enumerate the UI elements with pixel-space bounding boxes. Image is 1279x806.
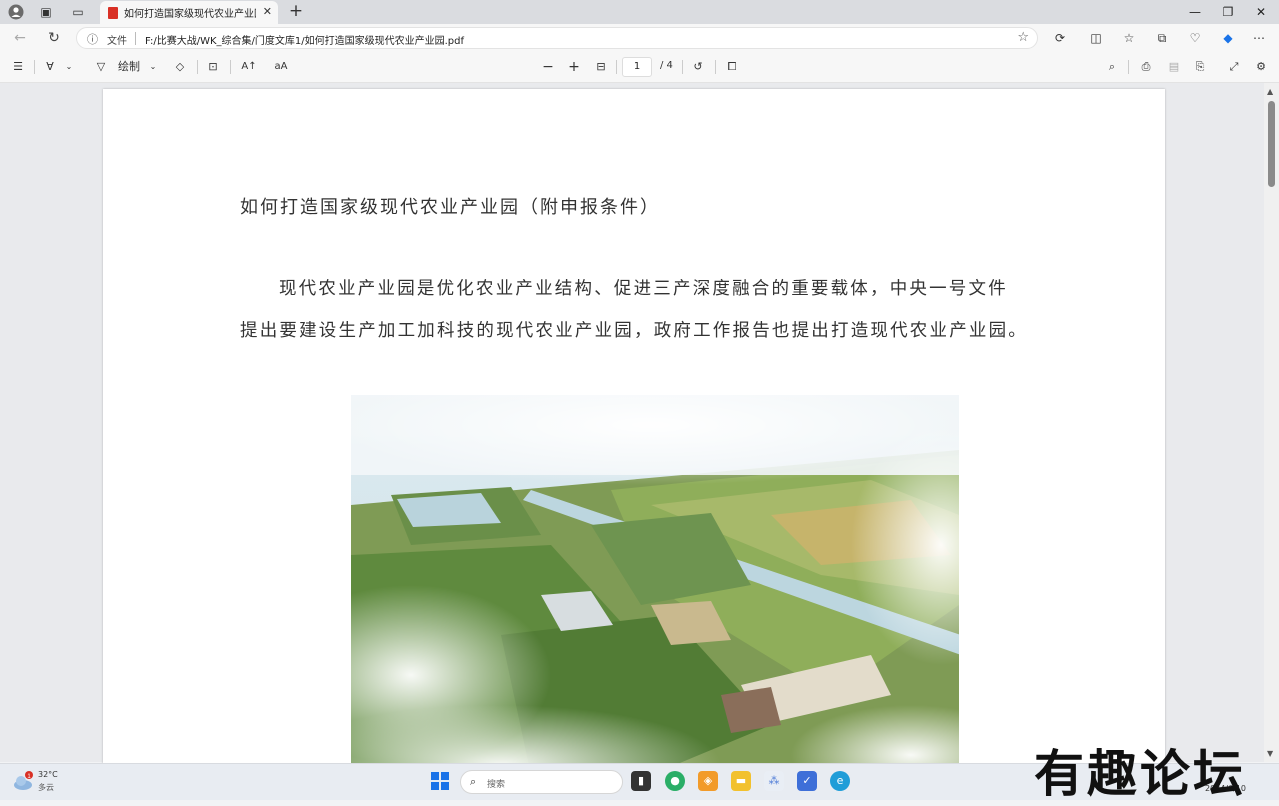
fit-page-icon[interactable]: ⊟ [593, 59, 609, 75]
copilot-icon[interactable]: ◆ [1218, 28, 1238, 48]
close-window-button[interactable]: ✕ [1243, 2, 1279, 22]
tab-active-pdf[interactable]: 如何打造国家级现代农业产业园.pdf ✕ [100, 1, 278, 24]
workspaces-icon[interactable]: ▣ [36, 3, 56, 21]
collections-icon[interactable]: ⧉ [1152, 28, 1172, 48]
draw-label[interactable]: 绘制 [116, 59, 142, 75]
scroll-thumb[interactable] [1268, 101, 1275, 187]
address-divider [135, 32, 136, 45]
extensions-icon[interactable]: ⟳ [1050, 28, 1070, 48]
toolbar-divider [682, 60, 683, 74]
contents-icon[interactable]: ☰ [10, 59, 26, 75]
translate-icon[interactable]: aA [272, 59, 290, 75]
zoom-in-button[interactable]: + [566, 59, 582, 75]
page-number-input[interactable]: 1 [622, 57, 652, 77]
windows-start-icon[interactable] [431, 772, 449, 790]
scroll-down-icon[interactable]: ▼ [1267, 749, 1273, 758]
document-title: 如何打造国家级现代农业产业园（附申报条件） [240, 197, 660, 218]
eraser-icon[interactable]: ◇ [172, 59, 188, 75]
pdf-icon [108, 6, 118, 19]
zoom-out-button[interactable]: − [540, 59, 556, 75]
split-screen-icon[interactable]: ◫ [1086, 28, 1106, 48]
toolbar-divider [34, 60, 35, 74]
tab-actions-icon[interactable]: ▭ [68, 3, 88, 21]
more-menu-icon[interactable]: ⋯ [1249, 28, 1269, 48]
new-tab-button[interactable]: + [286, 1, 306, 21]
address-bar[interactable]: ⓘ 文件 F:/比赛大战/WK_综合集/门度文库1/如何打造国家级现代农业产业园… [76, 27, 1038, 49]
taskbar-search-box[interactable]: ⌕ 搜索 [460, 770, 623, 794]
vertical-scrollbar[interactable]: ▲ ▼ [1264, 83, 1279, 762]
draw-dropdown-icon[interactable]: ⌄ [148, 59, 158, 75]
page-view-icon[interactable]: ⧠ [724, 59, 740, 75]
paragraph-line-2: 提出要建设生产加工加科技的现代农业产业园，政府工作报告也提出打造现代农业产业园。 [240, 321, 1028, 341]
edge-browser-icon[interactable]: e [830, 771, 850, 791]
highlight-icon[interactable]: ∀ [42, 59, 58, 75]
toolbar-divider [616, 60, 617, 74]
navigation-bar: ← ↻ ⓘ 文件 F:/比赛大战/WK_综合集/门度文库1/如何打造国家级现代农… [0, 24, 1279, 52]
settings-gear-icon[interactable]: ⚙ [1253, 59, 1269, 75]
scroll-up-icon[interactable]: ▲ [1267, 87, 1273, 96]
minimize-button[interactable]: — [1177, 2, 1213, 22]
save-as-icon[interactable]: ⎘ [1192, 59, 1208, 75]
page-total: / 4 [660, 60, 673, 71]
app-orange-icon[interactable]: ◈ [698, 771, 718, 791]
toolbar-divider [230, 60, 231, 74]
weather-description: 多云 [38, 783, 54, 792]
browser-essentials-icon[interactable]: ♡ [1185, 28, 1205, 48]
tab-strip: ▣ ▭ 如何打造国家级现代农业产业园.pdf ✕ + — ❐ ✕ [0, 0, 1279, 24]
app-blue-icon[interactable]: ✓ [797, 771, 817, 791]
tab-title: 如何打造国家级现代农业产业园.pdf [124, 9, 256, 20]
aerial-park-rendering-image [351, 395, 959, 769]
weather-cloud-icon[interactable]: 1 [12, 770, 34, 792]
pdf-page: 如何打造国家级现代农业产业园（附申报条件） 现代农业产业园是优化农业产业结构、促… [103, 89, 1165, 769]
pdf-viewer[interactable]: 如何打造国家级现代农业产业园（附申报条件） 现代农业产业园是优化农业产业结构、促… [0, 83, 1279, 769]
print-icon[interactable]: ⎙ [1138, 59, 1154, 75]
app-cluster-icon[interactable]: ⁂ [764, 771, 784, 791]
paragraph-line-1: 现代农业产业园是优化农业产业结构、促进三产深度融合的重要载体，中央一号文件 [279, 279, 1008, 299]
text-box-icon[interactable]: ⊡ [205, 59, 221, 75]
pdf-toolbar: ☰ ∀ ⌄ ▽ 绘制 ⌄ ◇ ⊡ A↑ aA − + ⊟ 1 / 4 ↺ ⧠ ⌕… [0, 52, 1279, 83]
url-text[interactable]: F:/比赛大战/WK_综合集/门度文库1/如何打造国家级现代农业产业园.pdf [145, 32, 464, 47]
restore-button[interactable]: ❐ [1210, 2, 1246, 22]
weather-temperature: 32°C [38, 770, 58, 779]
draw-icon[interactable]: ▽ [94, 59, 108, 75]
toolbar-divider [197, 60, 198, 74]
read-aloud-icon[interactable]: A↑ [240, 59, 258, 75]
refresh-icon[interactable]: ↻ [44, 28, 64, 48]
task-view-icon[interactable]: ▮ [631, 771, 651, 791]
search-icon: ⌕ [470, 775, 477, 788]
back-icon[interactable]: ← [10, 28, 30, 48]
watermark-logo: 有趣论坛 [1034, 744, 1246, 803]
save-icon[interactable]: ▤ [1166, 59, 1182, 75]
file-label: 文件 [107, 36, 127, 47]
fullscreen-icon[interactable]: ⤢ [1226, 59, 1242, 75]
profile-icon[interactable] [6, 3, 26, 21]
rotate-icon[interactable]: ↺ [690, 59, 706, 75]
toolbar-divider [1128, 60, 1129, 74]
file-explorer-icon[interactable]: ▬ [731, 771, 751, 791]
tab-close-icon[interactable]: ✕ [263, 5, 272, 18]
favorite-star-icon[interactable]: ☆ [1017, 30, 1029, 45]
highlight-dropdown-icon[interactable]: ⌄ [64, 59, 74, 75]
wechat-icon[interactable]: ● [665, 771, 685, 791]
favorites-icon[interactable]: ☆ [1119, 28, 1139, 48]
search-placeholder: 搜索 [487, 780, 506, 790]
toolbar-divider [715, 60, 716, 74]
info-icon[interactable]: ⓘ [87, 31, 98, 47]
search-doc-icon[interactable]: ⌕ [1104, 59, 1120, 75]
